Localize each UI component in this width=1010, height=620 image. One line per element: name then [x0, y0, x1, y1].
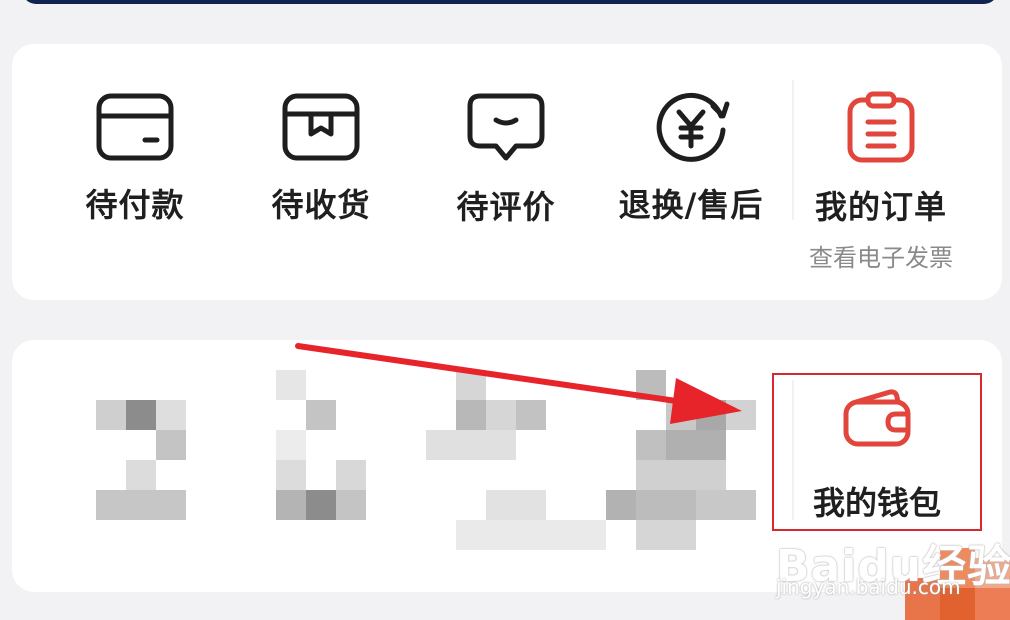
- watermark-url: jingyan.baidu.com: [776, 575, 961, 599]
- annotation-arrow: [295, 343, 742, 424]
